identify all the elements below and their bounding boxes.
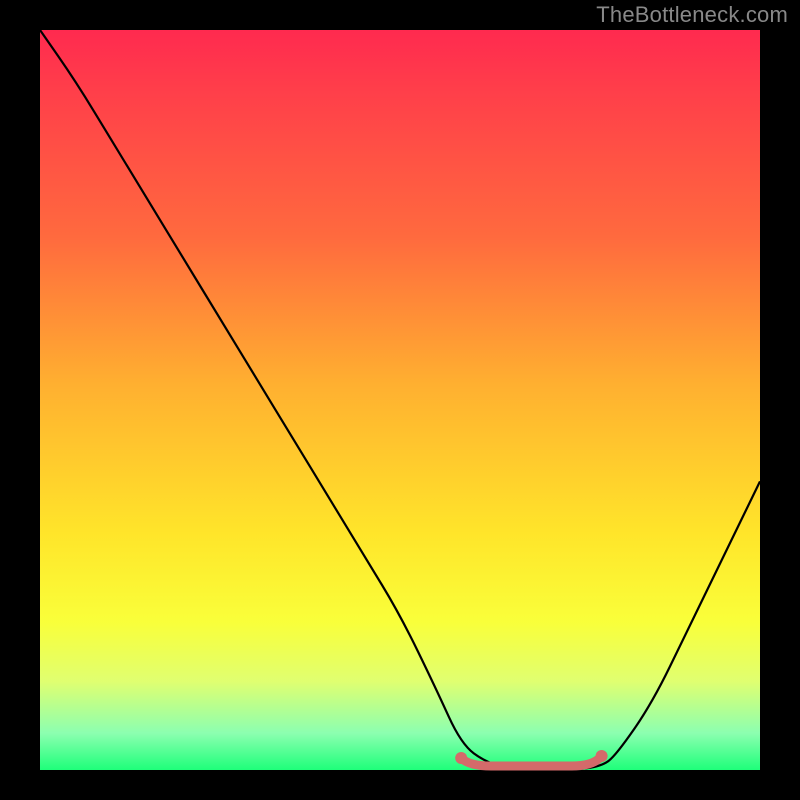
chart-wrapper: TheBottleneck.com [0, 0, 800, 800]
optimal-region-start-dot [455, 752, 467, 764]
attribution-label: TheBottleneck.com [596, 2, 788, 28]
optimal-region-highlight [461, 756, 601, 766]
bottleneck-curve [40, 30, 760, 770]
optimal-region-end-dot [596, 750, 608, 762]
plot-area [40, 30, 760, 770]
curve-svg [40, 30, 760, 770]
